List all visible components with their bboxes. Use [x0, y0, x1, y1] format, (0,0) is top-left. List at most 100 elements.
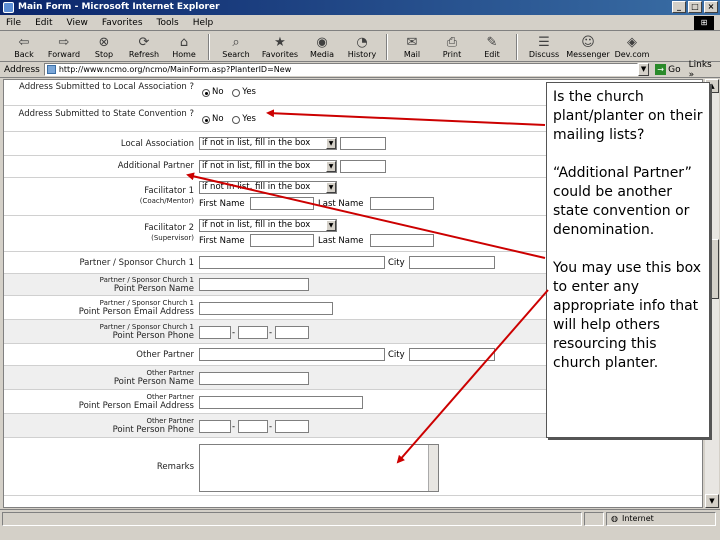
local-association-label: Local Association	[120, 139, 194, 149]
select-arrow-icon: ▼	[326, 220, 336, 231]
other-partner-city-input[interactable]	[409, 348, 495, 361]
other-partner-label: Other Partner	[136, 350, 194, 360]
church-contact-email-label-line2: Point Person Email Address	[78, 307, 194, 317]
local-association-input[interactable]	[340, 137, 386, 150]
maximize-button[interactable]: □	[688, 1, 702, 13]
menu-edit[interactable]: Edit	[35, 18, 52, 28]
history-icon: ◔	[356, 34, 368, 50]
other-phone-line-input[interactable]	[275, 420, 309, 433]
church-phone-prefix-input[interactable]	[238, 326, 268, 339]
facilitator1-select[interactable]: if not in list, fill in the box ▼	[199, 181, 337, 194]
status-text-pane	[2, 511, 582, 526]
instruction-callout: Is the church plant/planter on their mai…	[546, 82, 710, 438]
remarks-label: Remarks	[156, 462, 194, 472]
links-button[interactable]: Links »	[689, 60, 720, 80]
other-phone-prefix-input[interactable]	[238, 420, 268, 433]
local-association-select[interactable]: if not in list, fill in the box ▼	[199, 137, 337, 150]
facilitator1-last-name-label: Last Name	[318, 199, 364, 209]
discuss-icon: ☰	[538, 34, 550, 50]
home-button[interactable]: ⌂ Home	[164, 32, 204, 62]
facilitator1-sublabel: (Coach/Mentor)	[139, 197, 194, 205]
remarks-scrollbar[interactable]	[428, 445, 438, 491]
facilitator1-first-name-label: First Name	[199, 199, 245, 209]
print-button[interactable]: ⎙ Print	[432, 32, 472, 62]
other-contact-name-input[interactable]	[199, 372, 309, 385]
church-contact-name-input[interactable]	[199, 278, 309, 291]
facilitator1-first-name-input[interactable]	[250, 197, 314, 210]
address-state-yes-radio[interactable]	[232, 115, 241, 124]
stop-icon: ⊗	[98, 34, 110, 50]
menu-tools[interactable]: Tools	[157, 18, 179, 28]
address-input[interactable]: http://www.ncmo.org/ncmo/MainForm.asp?Pl…	[43, 63, 639, 76]
address-state-no-radio[interactable]	[202, 115, 210, 124]
menu-file[interactable]: File	[6, 18, 21, 28]
edit-button[interactable]: ✎ Edit	[472, 32, 512, 62]
facilitator2-first-name-label: First Name	[199, 236, 245, 246]
facilitator1-last-name-input[interactable]	[370, 197, 434, 210]
partner-church1-label: Partner / Sponsor Church 1	[79, 258, 194, 268]
windows-logo-icon: ⊞	[694, 16, 714, 30]
menu-help[interactable]: Help	[193, 18, 214, 28]
go-button[interactable]: → Go	[655, 64, 681, 75]
other-partner-city-label: City	[388, 350, 405, 360]
forward-button[interactable]: ⇨ Forward	[44, 32, 84, 62]
status-pane	[584, 511, 604, 526]
menu-view[interactable]: View	[67, 18, 88, 28]
additional-partner-input[interactable]	[340, 160, 386, 173]
facilitator2-first-name-input[interactable]	[250, 234, 314, 247]
additional-partner-label: Additional Partner	[117, 161, 194, 171]
menu-favorites[interactable]: Favorites	[102, 18, 143, 28]
other-contact-email-input[interactable]	[199, 396, 363, 409]
other-contact-name-label-line2: Point Person Name	[113, 377, 194, 387]
other-partner-input[interactable]	[199, 348, 385, 361]
remarks-textarea[interactable]	[199, 444, 439, 492]
devcom-button[interactable]: ◈ Dev.com	[610, 32, 654, 62]
minimize-button[interactable]: _	[672, 1, 686, 13]
stop-button[interactable]: ⊗ Stop	[84, 32, 124, 62]
edit-icon: ✎	[486, 34, 498, 50]
partner-church1-city-input[interactable]	[409, 256, 495, 269]
phone-dash: -	[269, 328, 273, 338]
additional-partner-select[interactable]: if not in list, fill in the box ▼	[199, 160, 337, 173]
close-button[interactable]: ×	[704, 1, 718, 13]
zone-label: Internet	[621, 514, 654, 523]
phone-dash: -	[269, 422, 273, 432]
window-controls: _ □ ×	[672, 1, 718, 13]
partner-church1-input[interactable]	[199, 256, 385, 269]
address-state-radio-group: No Yes	[202, 114, 262, 126]
home-icon: ⌂	[179, 34, 189, 50]
favorites-button[interactable]: ★ Favorites	[258, 32, 302, 62]
church-phone-line-input[interactable]	[275, 326, 309, 339]
address-dropdown-button[interactable]: ▼	[638, 63, 650, 76]
status-bar: ◍ Internet	[0, 509, 720, 527]
devcom-icon: ◈	[627, 34, 637, 50]
refresh-button[interactable]: ⟳ Refresh	[124, 32, 164, 62]
select-arrow-icon: ▼	[326, 138, 336, 149]
address-local-no-radio[interactable]	[202, 88, 210, 97]
facilitator2-last-name-input[interactable]	[370, 234, 434, 247]
facilitator2-select[interactable]: if not in list, fill in the box ▼	[199, 219, 337, 232]
messenger-button[interactable]: ☺ Messenger	[566, 32, 610, 62]
print-icon: ⎙	[446, 34, 458, 50]
discuss-button[interactable]: ☰ Discuss	[522, 32, 566, 62]
toolbar-separator	[386, 34, 388, 60]
church-phone-area-input[interactable]	[199, 326, 231, 339]
partner-church1-city-label: City	[388, 258, 405, 268]
back-button[interactable]: ⇦ Back	[4, 32, 44, 62]
scroll-down-button[interactable]: ▼	[705, 494, 719, 508]
menu-bar: File Edit View Favorites Tools Help ⊞	[0, 15, 720, 31]
address-url: http://www.ncmo.org/ncmo/MainForm.asp?Pl…	[58, 65, 292, 74]
church-contact-phone-label-line2: Point Person Phone	[112, 331, 194, 341]
media-icon: ◉	[316, 34, 328, 50]
search-button[interactable]: ⌕ Search	[214, 32, 258, 62]
other-phone-area-input[interactable]	[199, 420, 231, 433]
address-bar: Address http://www.ncmo.org/ncmo/MainFor…	[0, 60, 720, 80]
church-contact-email-input[interactable]	[199, 302, 333, 315]
toolbar-separator	[516, 34, 518, 60]
history-button[interactable]: ◔ History	[342, 32, 382, 62]
media-button[interactable]: ◉ Media	[302, 32, 342, 62]
callout-paragraph-3: You may use this box to enter any approp…	[553, 260, 702, 371]
mail-button[interactable]: ✉ Mail	[392, 32, 432, 62]
address-local-yes-radio[interactable]	[232, 88, 241, 97]
forward-arrow-icon: ⇨	[58, 34, 70, 50]
